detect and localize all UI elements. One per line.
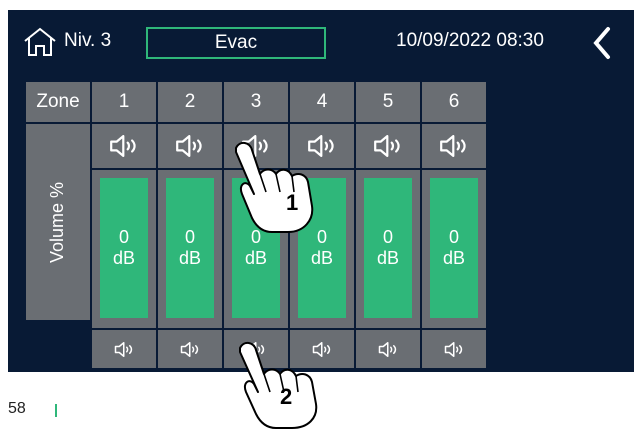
zone-6-volume-cell: 0 dB: [422, 170, 486, 328]
zone-header-5: 5: [356, 82, 420, 122]
zone-3-volume-unit: dB: [244, 248, 268, 268]
zone-header-6: 6: [422, 82, 486, 122]
zone-5-volume-cell: 0 dB: [356, 170, 420, 328]
zone-2-speaker-button[interactable]: [158, 124, 222, 168]
zone-5-speaker-button[interactable]: [356, 124, 420, 168]
header: Niv. 3 Evac 10/09/2022 08:30: [8, 10, 634, 78]
volume-label-text: Volume %: [47, 181, 68, 263]
speaker-icon: [444, 341, 462, 357]
zone-label: Zone: [26, 82, 90, 122]
speaker-icon: [439, 135, 466, 157]
zone-1-volume-cell: 0 dB: [92, 170, 156, 328]
zone-6-volume-unit: dB: [442, 248, 466, 268]
speaker-icon: [180, 341, 198, 357]
zone-header-2: 2: [158, 82, 222, 122]
zone-5-volume-value: 0: [382, 227, 393, 247]
zone-5-volume-bar[interactable]: 0 dB: [364, 178, 412, 318]
zone-6-speaker-button[interactable]: [422, 124, 486, 168]
zone-2-volume-value: 0: [184, 227, 195, 247]
zone-1-volume-bar[interactable]: 0 dB: [100, 178, 148, 318]
zone-1-speaker-button[interactable]: [92, 124, 156, 168]
zone-6-speaker-small-button[interactable]: [422, 330, 486, 368]
level-label: Niv. 3: [64, 30, 112, 51]
speaker-icon: [109, 135, 136, 157]
zone-1-volume-value: 0: [118, 227, 129, 247]
zone-5-speaker-small-button[interactable]: [356, 330, 420, 368]
hand-icon: [235, 142, 314, 233]
back-icon[interactable]: [590, 26, 614, 60]
zone-2-volume-cell: 0 dB: [158, 170, 222, 328]
zone-header-1: 1: [92, 82, 156, 122]
zone-header-4: 4: [290, 82, 354, 122]
zone-2-speaker-small-button[interactable]: [158, 330, 222, 368]
speaker-icon: [114, 341, 132, 357]
zone-6-volume-value: 0: [448, 227, 459, 247]
zone-6-volume-bar[interactable]: 0 dB: [430, 178, 478, 318]
speaker-icon: [175, 135, 202, 157]
zone-header-3: 3: [224, 82, 288, 122]
zone-1-speaker-small-button[interactable]: [92, 330, 156, 368]
zone-2-volume-unit: dB: [178, 248, 202, 268]
callout-1: 1: [286, 190, 299, 215]
home-icon[interactable]: [22, 26, 58, 58]
volume-label: Volume %: [26, 124, 90, 320]
callout-2: 2: [280, 384, 293, 409]
page-number: 58: [8, 400, 26, 417]
zone-5-volume-unit: dB: [376, 248, 400, 268]
speaker-icon: [373, 135, 400, 157]
page-number-divider: [55, 404, 57, 417]
datetime: 10/09/2022 08:30: [396, 30, 544, 51]
speaker-icon: [378, 341, 396, 357]
zone-2-volume-bar[interactable]: 0 dB: [166, 178, 214, 318]
zone-4-volume-unit: dB: [310, 248, 334, 268]
mode-box[interactable]: Evac: [146, 27, 326, 59]
zone-1-volume-unit: dB: [112, 248, 136, 268]
